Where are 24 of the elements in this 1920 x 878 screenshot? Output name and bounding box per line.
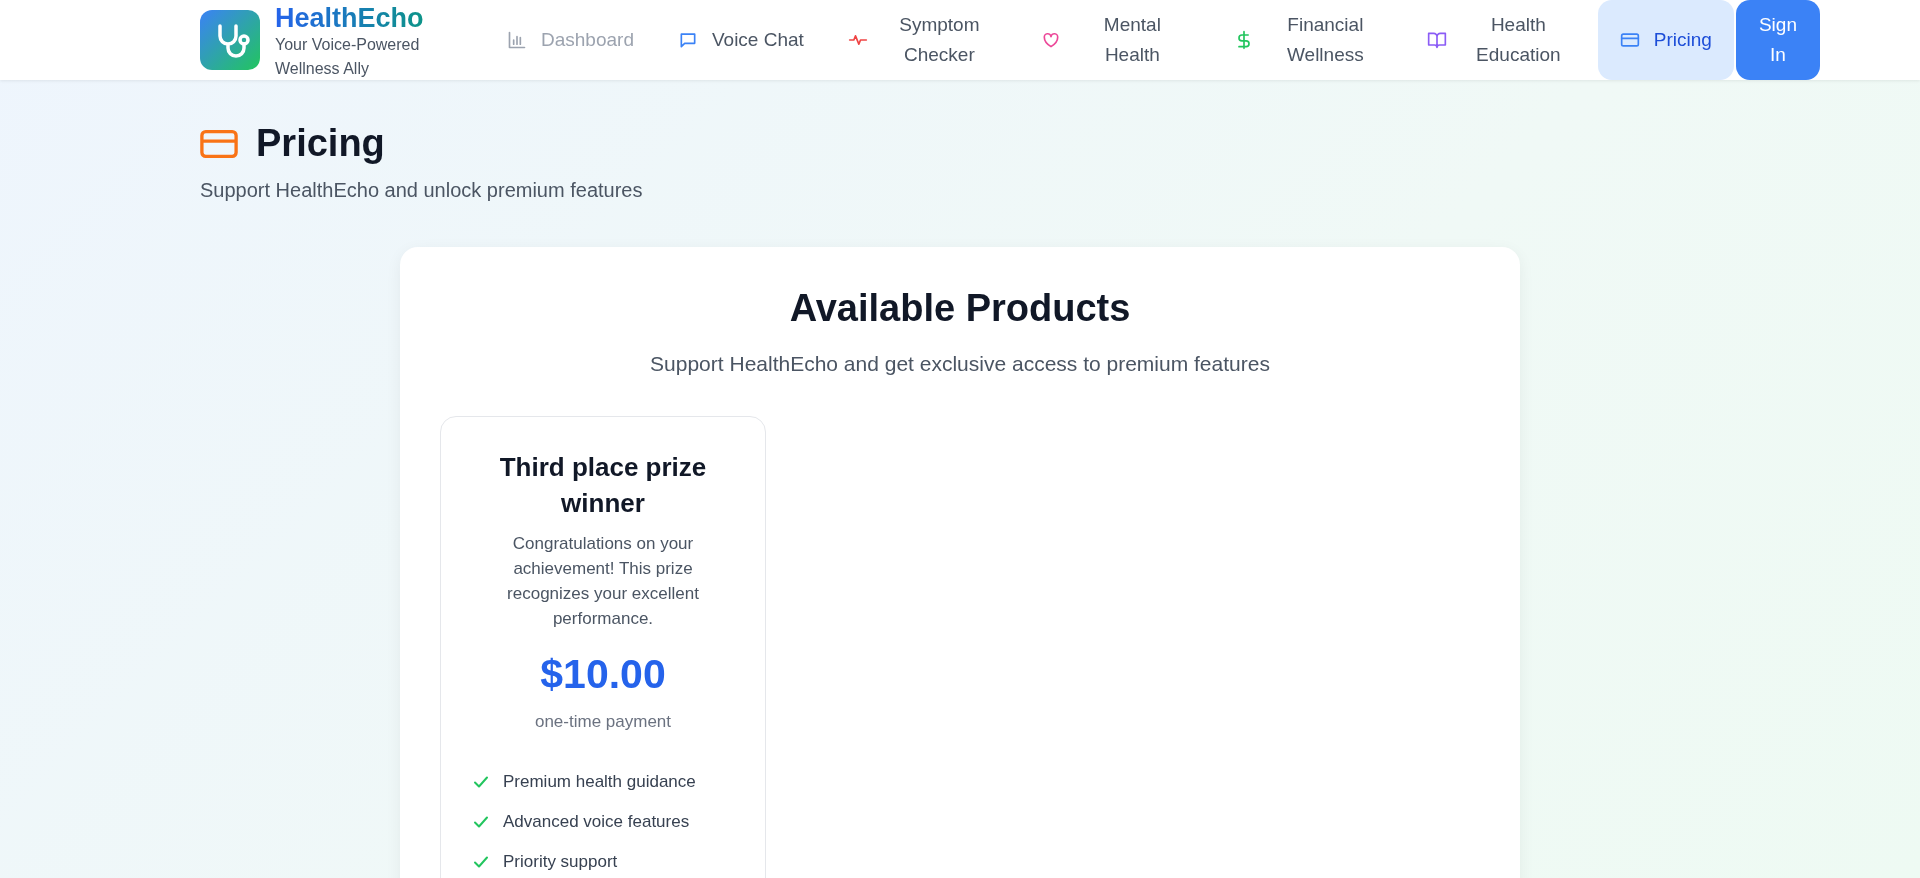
brand-tagline: Your Voice-Powered Wellness Ally [275, 35, 421, 79]
product-price: $10.00 [539, 651, 667, 698]
stethoscope-logo-icon [200, 10, 260, 70]
page-subtitle: Support HealthEcho and unlock premium features [200, 179, 644, 202]
credit-card-icon [200, 128, 238, 159]
check-icon [473, 774, 489, 790]
panel-title: Available Products [788, 287, 1132, 330]
product-name: Third place prize winner [498, 451, 708, 520]
feature-text: Advanced voice features [503, 812, 690, 832]
nav-link[interactable]: Symptom Checker [825, 0, 1019, 80]
feature-text: Priority support [503, 852, 618, 872]
nav-link[interactable]: Health Education [1404, 0, 1598, 80]
nav-link[interactable]: Mental Health [1018, 0, 1212, 80]
check-icon [473, 854, 489, 870]
product-description: Congratulations on your achievement! This prize recognizes your excellent performance. [506, 533, 700, 630]
feature-text: Premium health guidance [503, 772, 696, 792]
nav-link[interactable]: Financial Wellness [1211, 0, 1405, 80]
page-title: Pricing [256, 122, 385, 165]
panel-subtitle: Support HealthEcho and get exclusive access to premium features [649, 352, 1271, 376]
billing-note: one-time payment [533, 712, 673, 732]
sign-in-button[interactable]: Sign In [1735, 0, 1820, 80]
nav-link[interactable]: Voice Chat [655, 0, 826, 80]
nav-link[interactable]: Pricing [1597, 0, 1734, 80]
check-icon [473, 814, 489, 830]
